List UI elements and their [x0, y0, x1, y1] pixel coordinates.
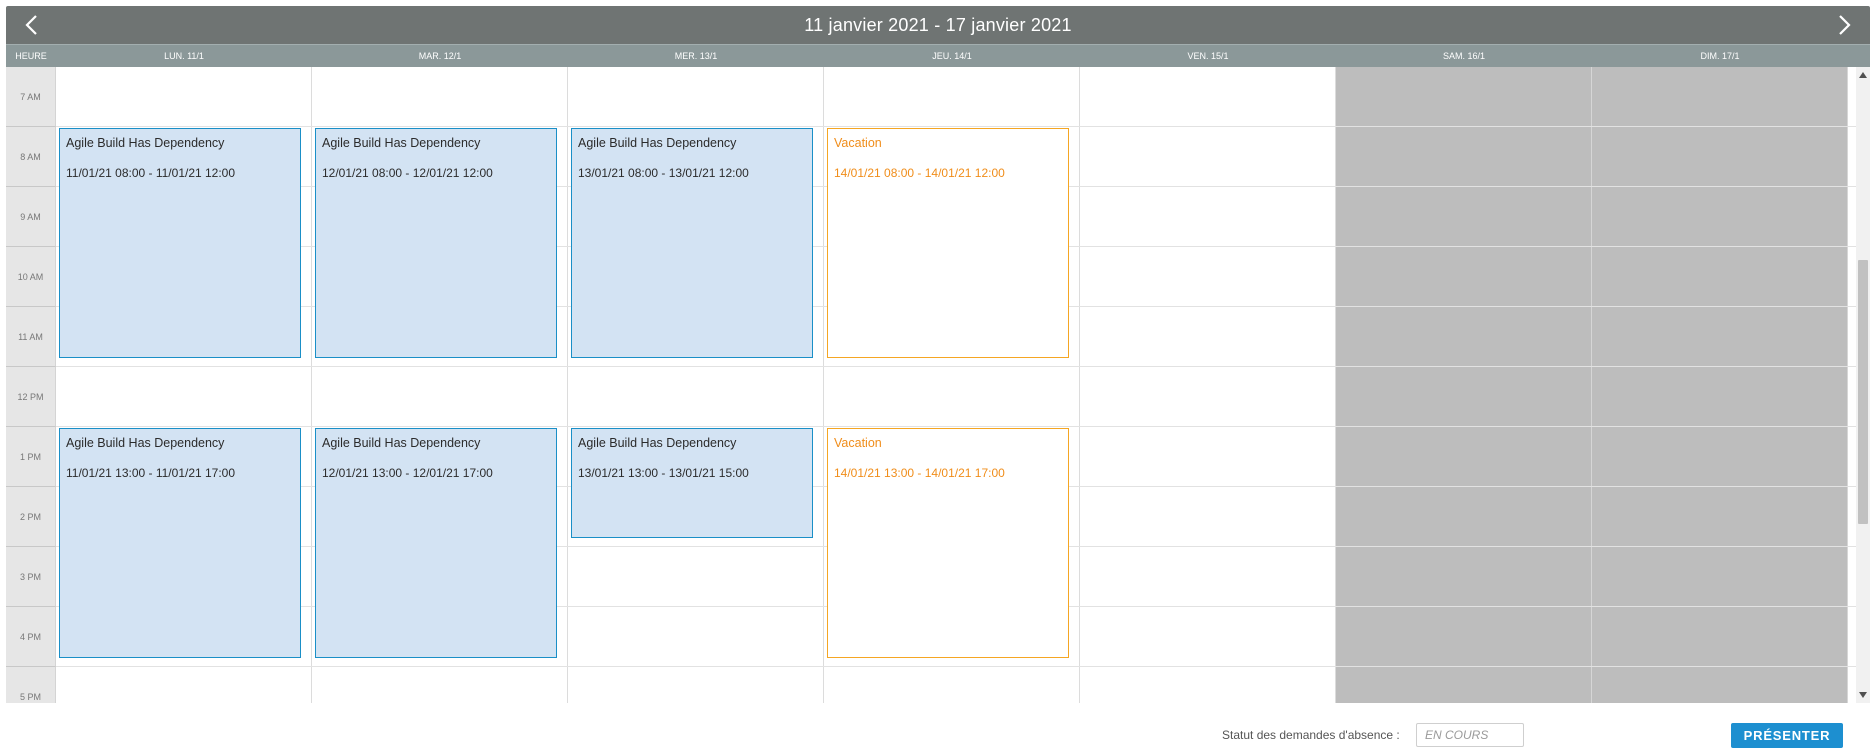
- task-event[interactable]: Agile Build Has Dependency 12/01/21 08:00…: [315, 128, 557, 358]
- day-header-thursday: JEU. 14/1: [932, 51, 972, 61]
- hour-label: 10 AM: [6, 247, 56, 307]
- task-event[interactable]: Agile Build Has Dependency 12/01/21 13:00…: [315, 428, 557, 658]
- week-title: 11 janvier 2021 - 17 janvier 2021: [804, 14, 1072, 35]
- hour-label: 8 AM: [6, 127, 56, 187]
- day-header-tuesday: MAR. 12/1: [418, 51, 462, 61]
- event-title: Agile Build Has Dependency: [66, 136, 225, 150]
- vacation-event[interactable]: Vacation 14/01/21 13:00 - 14/01/21 17:00: [827, 428, 1069, 658]
- day-column[interactable]: [1592, 67, 1848, 703]
- vacation-event[interactable]: Vacation 14/01/21 08:00 - 14/01/21 12:00: [827, 128, 1069, 358]
- event-time-range: 11/01/21 08:00 - 11/01/21 12:00: [66, 166, 236, 180]
- event-title: Agile Build Has Dependency: [578, 436, 737, 450]
- event-time-range: 12/01/21 13:00 - 12/01/21 17:00: [322, 466, 493, 480]
- hour-gridline: [56, 366, 1856, 367]
- day-header-sunday: DIM. 17/1: [1700, 51, 1740, 61]
- hour-label: 1 PM: [6, 427, 56, 487]
- event-title: Agile Build Has Dependency: [66, 436, 225, 450]
- hour-label: 7 AM: [6, 67, 56, 127]
- day-header-row: HEURE LUN. 11/1 MAR. 12/1 MER. 13/1 JEU.…: [6, 44, 1870, 67]
- scroll-down-icon[interactable]: [1859, 691, 1867, 699]
- week-header: 11 janvier 2021 - 17 janvier 2021: [6, 6, 1870, 44]
- hour-label: 9 AM: [6, 187, 56, 247]
- task-event[interactable]: Agile Build Has Dependency 11/01/21 08:00…: [59, 128, 301, 358]
- hour-label: 2 PM: [6, 487, 56, 547]
- calendar-grid[interactable]: 7 AM 8 AM 9 AM 10 AM 11 AM 12 PM 1 PM 2 PM 3 PM 4…: [6, 67, 1856, 703]
- event-title: Agile Build Has Dependency: [322, 136, 481, 150]
- day-column[interactable]: [1336, 67, 1592, 703]
- hour-label: 12 PM: [6, 367, 56, 427]
- hour-label: 4 PM: [6, 607, 56, 667]
- hour-gridline: [56, 666, 1856, 667]
- hour-gridline: [56, 126, 1856, 127]
- chevron-right-icon: [1839, 15, 1851, 35]
- hour-label: 3 PM: [6, 547, 56, 607]
- hour-column-header: HEURE: [15, 51, 47, 61]
- previous-week-button[interactable]: [12, 6, 52, 44]
- event-title: Vacation: [834, 436, 882, 450]
- day-column[interactable]: [1080, 67, 1336, 703]
- day-header-saturday: SAM. 16/1: [1442, 51, 1486, 61]
- event-time-range: 14/01/21 08:00 - 14/01/21 12:00: [834, 166, 1005, 180]
- event-time-range: 12/01/21 08:00 - 12/01/21 12:00: [322, 166, 493, 180]
- event-time-range: 11/01/21 13:00 - 11/01/21 17:00: [66, 466, 236, 480]
- task-event[interactable]: Agile Build Has Dependency 11/01/21 13:00…: [59, 428, 301, 658]
- hour-label: 5 PM: [6, 667, 56, 703]
- hour-gridline: [56, 426, 1856, 427]
- event-title: Agile Build Has Dependency: [578, 136, 737, 150]
- day-header-wednesday: MER. 13/1: [674, 51, 718, 61]
- event-title: Vacation: [834, 136, 882, 150]
- scrollbar-thumb[interactable]: [1858, 260, 1868, 524]
- vertical-scrollbar[interactable]: [1856, 67, 1870, 703]
- event-time-range: 13/01/21 13:00 - 13/01/21 15:00: [578, 466, 749, 480]
- event-title: Agile Build Has Dependency: [322, 436, 481, 450]
- absence-status-label: Statut des demandes d'absence :: [1222, 728, 1400, 742]
- event-time-range: 13/01/21 08:00 - 13/01/21 12:00: [578, 166, 749, 180]
- hour-column: 7 AM 8 AM 9 AM 10 AM 11 AM 12 PM 1 PM 2 PM 3 PM 4…: [6, 67, 56, 703]
- day-header-friday: VEN. 15/1: [1187, 51, 1229, 61]
- next-week-button[interactable]: [1824, 6, 1864, 44]
- day-header-monday: LUN. 11/1: [164, 51, 204, 61]
- submit-button[interactable]: PRÉSENTER: [1731, 723, 1843, 748]
- hour-label: 11 AM: [6, 307, 56, 367]
- absence-status-input[interactable]: [1416, 723, 1524, 747]
- task-event[interactable]: Agile Build Has Dependency 13/01/21 08:00…: [571, 128, 813, 358]
- task-event[interactable]: Agile Build Has Dependency 13/01/21 13:00…: [571, 428, 813, 538]
- chevron-left-icon: [25, 15, 37, 35]
- event-time-range: 14/01/21 13:00 - 14/01/21 17:00: [834, 466, 1005, 480]
- scroll-up-icon[interactable]: [1859, 71, 1867, 79]
